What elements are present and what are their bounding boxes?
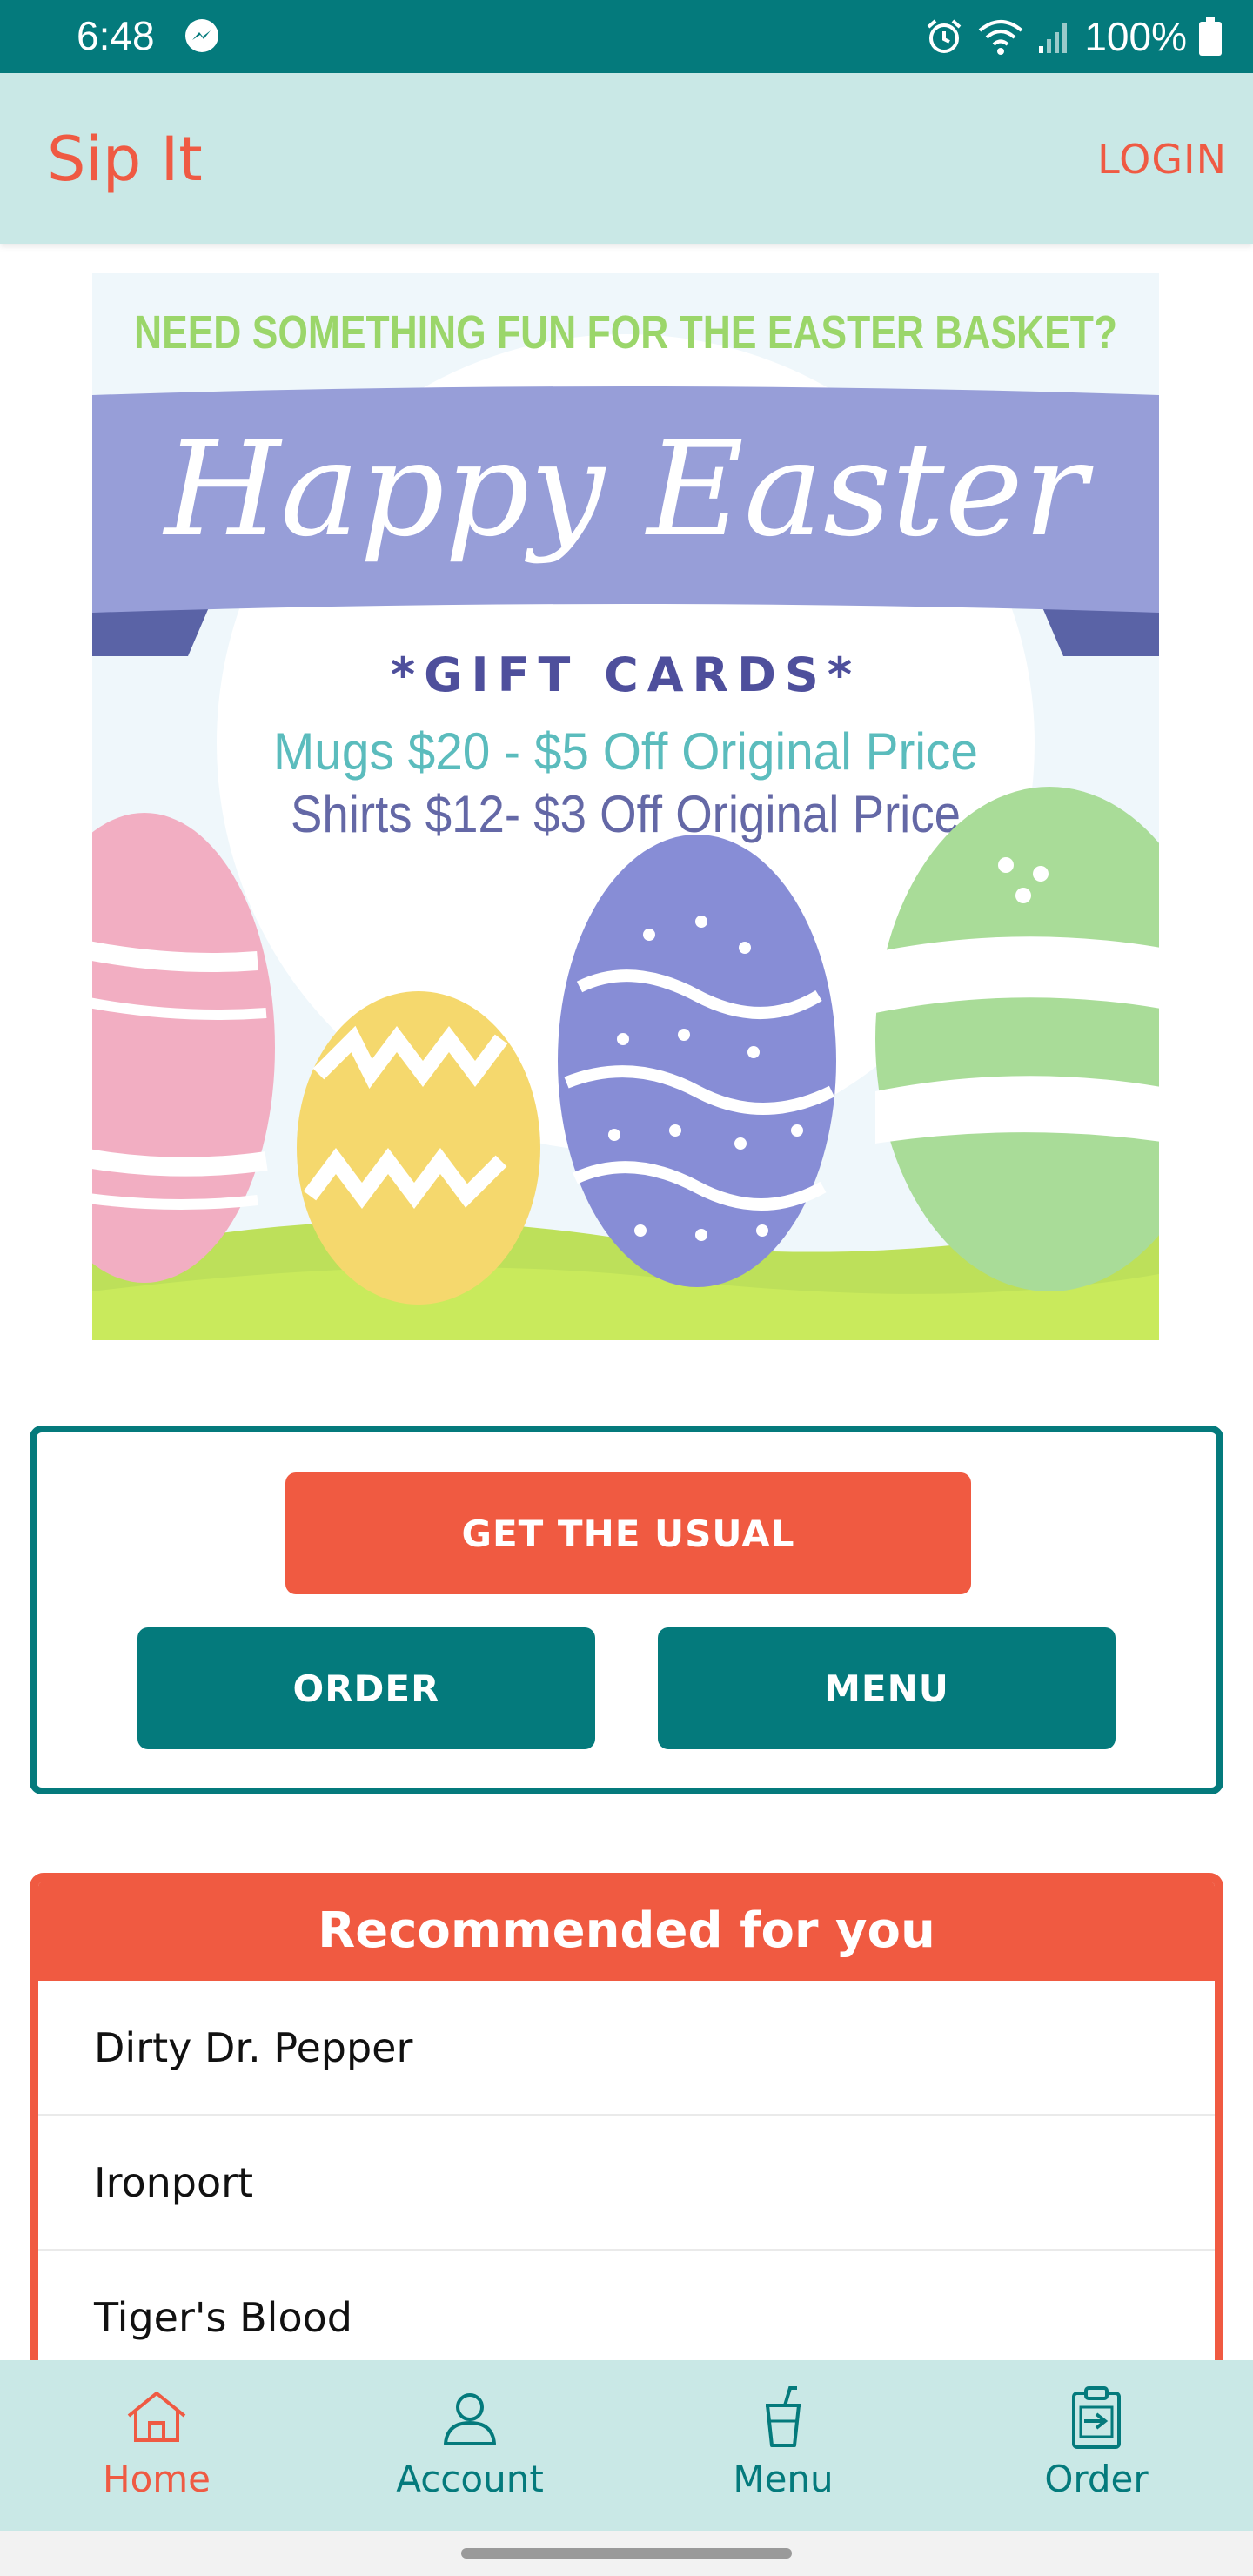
battery-percent: 100% — [1084, 14, 1187, 59]
wifi-icon — [979, 20, 1023, 55]
banner-script-title: Happy Easter — [162, 414, 1094, 566]
banner-gift-cards: *GIFT CARDS* — [391, 647, 861, 702]
nav-order[interactable]: Order — [940, 2360, 1253, 2531]
drink-cup-icon — [766, 2386, 801, 2447]
get-the-usual-button[interactable]: GET THE USUAL — [285, 1472, 971, 1594]
login-button[interactable]: LOGIN — [1097, 136, 1227, 183]
home-icon — [127, 2392, 186, 2442]
nav-menu[interactable]: Menu — [626, 2360, 940, 2531]
nav-home[interactable]: Home — [0, 2360, 313, 2531]
recommended-panel: Recommended for you Dirty Dr. Pepper Iro… — [30, 1873, 1223, 2360]
nav-label: Home — [102, 2458, 211, 2500]
yellow-egg — [297, 991, 540, 1305]
banner-line-2: Shirts $12- $3 Off Original Price — [291, 785, 961, 843]
list-item[interactable]: Ironport — [38, 2116, 1215, 2251]
nav-account[interactable]: Account — [313, 2360, 626, 2531]
app-title: Sip It — [47, 124, 203, 195]
battery-icon — [1199, 17, 1222, 56]
messenger-icon — [185, 19, 218, 52]
home-gesture-pill[interactable] — [461, 2548, 792, 2559]
list-item[interactable]: Dirty Dr. Pepper — [38, 1981, 1215, 2116]
system-nav-bar — [0, 2531, 1253, 2576]
nav-label: Account — [396, 2458, 544, 2500]
promo-banner[interactable]: NEED SOMETHING FUN FOR THE EASTER BASKET… — [92, 273, 1159, 1340]
clipboard-icon — [1072, 2386, 1121, 2449]
nav-label: Order — [1044, 2458, 1149, 2500]
banner-headline: NEED SOMETHING FUN FOR THE EASTER BASKET… — [134, 306, 1117, 359]
quick-actions: GET THE USUAL ORDER MENU — [30, 1426, 1223, 1794]
list-item[interactable]: Tiger's Blood — [38, 2251, 1215, 2360]
recommended-title: Recommended for you — [38, 1882, 1215, 1981]
app-bar: Sip It LOGIN — [0, 73, 1253, 244]
bottom-nav: Home Account Menu Order — [0, 2360, 1253, 2531]
account-icon — [444, 2393, 496, 2445]
menu-button[interactable]: MENU — [658, 1627, 1116, 1749]
status-time: 6:48 — [77, 13, 155, 58]
purple-egg — [558, 835, 836, 1287]
status-bar: 6:48 100% — [0, 0, 1253, 73]
signal-icon — [1039, 23, 1068, 53]
order-button[interactable]: ORDER — [137, 1627, 595, 1749]
nav-label: Menu — [733, 2458, 834, 2500]
banner-line-1: Mugs $20 - $5 Off Original Price — [273, 722, 978, 781]
alarm-icon — [928, 19, 962, 53]
